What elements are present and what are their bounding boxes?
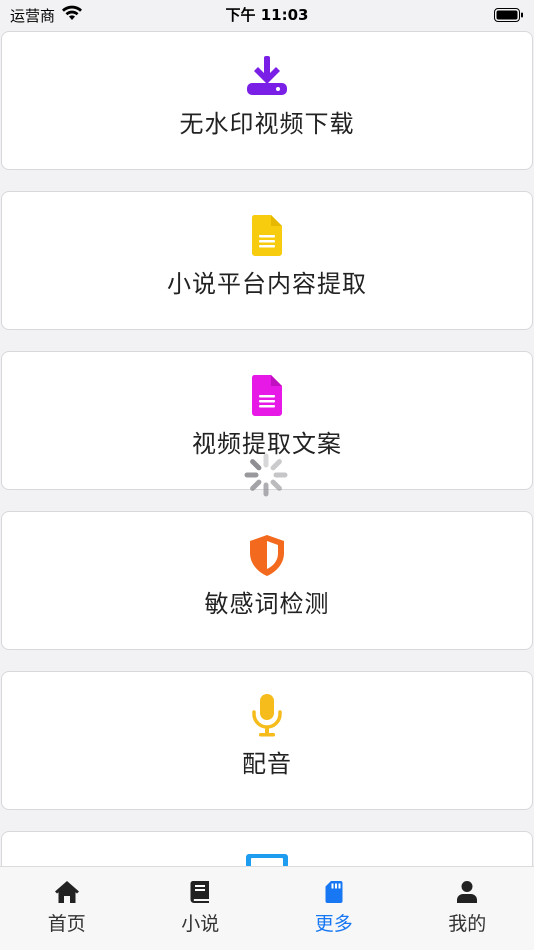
status-time: 下午 11:03 bbox=[225, 6, 309, 24]
tab-more[interactable]: 更多 bbox=[267, 867, 401, 950]
tab-bar: 首页 小说 更多 我的 bbox=[0, 866, 534, 950]
download-icon bbox=[2, 52, 532, 98]
card-label: 敏感词检测 bbox=[204, 590, 330, 618]
card-video-download[interactable]: 无水印视频下载 bbox=[1, 31, 533, 170]
document-icon bbox=[2, 372, 532, 418]
home-icon bbox=[0, 879, 134, 905]
tab-label: 更多 bbox=[314, 913, 353, 935]
document-icon bbox=[2, 212, 532, 258]
shield-icon bbox=[2, 532, 532, 578]
tab-mine[interactable]: 我的 bbox=[401, 867, 534, 950]
tab-label: 首页 bbox=[47, 913, 86, 935]
book-icon bbox=[134, 879, 268, 905]
battery-icon bbox=[494, 7, 524, 26]
tab-label: 小说 bbox=[181, 913, 220, 935]
card-label: 配音 bbox=[242, 750, 292, 778]
card-novel-extract[interactable]: 小说平台内容提取 bbox=[1, 191, 533, 330]
card-sensitive-words[interactable]: 敏感词检测 bbox=[1, 511, 533, 650]
tab-novel[interactable]: 小说 bbox=[134, 867, 268, 950]
user-icon bbox=[401, 879, 534, 905]
sd-card-icon bbox=[267, 879, 401, 905]
tab-home[interactable]: 首页 bbox=[0, 867, 134, 950]
microphone-icon bbox=[2, 692, 532, 738]
card-label: 小说平台内容提取 bbox=[167, 270, 367, 298]
tab-label: 我的 bbox=[448, 913, 487, 935]
card-label: 无水印视频下载 bbox=[179, 110, 355, 138]
card-dubbing[interactable]: 配音 bbox=[1, 671, 533, 810]
loading-spinner-icon bbox=[242, 451, 290, 499]
status-bar: 运营商 下午 11:03 bbox=[0, 0, 534, 30]
